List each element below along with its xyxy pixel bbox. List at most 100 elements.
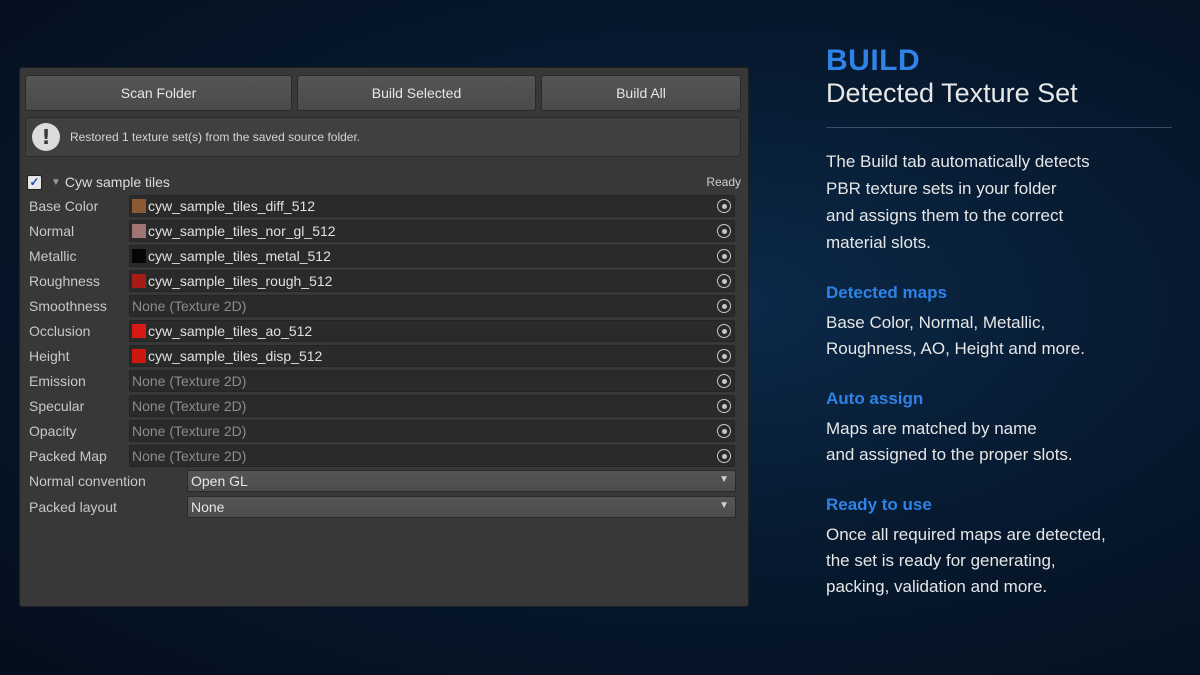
texture-name: None (Texture 2D) <box>132 398 247 414</box>
texture-set-header: ✓ ▼ Cyw sample tiles Ready <box>27 172 745 192</box>
slot-label: Occlusion <box>29 323 91 339</box>
object-picker-icon[interactable] <box>717 274 731 288</box>
texture-object-field[interactable]: cyw_sample_tiles_diff_512 <box>129 195 735 217</box>
dropdown-arrow-icon: ▼ <box>719 474 729 485</box>
section-body-ready-to-use: Once all required maps are detected, the… <box>826 525 1106 596</box>
texture-slot-row: Metallic cyw_sample_tiles_metal_512 <box>29 244 739 269</box>
texture-object-field[interactable]: cyw_sample_tiles_ao_512 <box>129 320 735 342</box>
object-picker-icon[interactable] <box>717 374 731 388</box>
texture-object-field[interactable]: None (Texture 2D) <box>129 420 735 442</box>
texture-name: cyw_sample_tiles_nor_gl_512 <box>148 223 336 239</box>
picker-dot <box>721 328 727 334</box>
normal-convention-row: Normal convention Open GL ▼ <box>29 469 739 495</box>
normal-convention-dropdown[interactable]: Open GL ▼ <box>187 470 736 492</box>
texture-set-checkbox[interactable]: ✓ <box>27 174 42 190</box>
picker-dot <box>721 353 727 359</box>
texture-name: None (Texture 2D) <box>132 298 247 314</box>
texture-name: cyw_sample_tiles_disp_512 <box>148 348 323 364</box>
picker-dot <box>721 428 727 434</box>
texture-slot-row: Base Color cyw_sample_tiles_diff_512 <box>29 194 739 219</box>
dropdown-arrow-icon: ▼ <box>719 500 729 511</box>
texture-object-field[interactable]: cyw_sample_tiles_nor_gl_512 <box>129 220 735 242</box>
texture-object-field[interactable]: None (Texture 2D) <box>129 295 735 317</box>
texture-thumbnail <box>132 249 146 263</box>
scan-folder-button[interactable]: Scan Folder <box>25 75 292 111</box>
texture-name: cyw_sample_tiles_diff_512 <box>148 198 316 214</box>
texture-set-name[interactable]: Cyw sample tiles <box>65 174 170 190</box>
toolbar: Scan Folder Build Selected Build All <box>25 75 741 111</box>
object-picker-icon[interactable] <box>717 349 731 363</box>
section-body-detected-maps: Base Color, Normal, Metallic, Roughness,… <box>826 313 1085 358</box>
texture-slot-row: Occlusion cyw_sample_tiles_ao_512 <box>29 319 739 344</box>
texture-name: cyw_sample_tiles_ao_512 <box>148 323 313 339</box>
divider <box>826 127 1172 128</box>
picker-dot <box>721 203 727 209</box>
help-box: ! Restored 1 texture set(s) from the sav… <box>25 117 741 157</box>
object-picker-icon[interactable] <box>717 324 731 338</box>
texture-thumbnail <box>132 324 146 338</box>
texture-thumbnail <box>132 224 146 238</box>
texture-object-field[interactable]: None (Texture 2D) <box>129 370 735 392</box>
section-title-detected-maps: Detected maps <box>826 283 947 302</box>
object-picker-icon[interactable] <box>717 424 731 438</box>
slot-label: Metallic <box>29 248 77 264</box>
page-title: Detected Texture Set <box>826 78 1078 108</box>
texture-slot-row: Smoothness None (Texture 2D) <box>29 294 739 319</box>
texture-slot-row: Height cyw_sample_tiles_disp_512 <box>29 344 739 369</box>
object-picker-icon[interactable] <box>717 399 731 413</box>
texture-name: None (Texture 2D) <box>132 448 247 464</box>
picker-dot <box>721 403 727 409</box>
texture-slot-row: Specular None (Texture 2D) <box>29 394 739 419</box>
picker-dot <box>721 453 727 459</box>
picker-dot <box>721 303 727 309</box>
texture-object-field[interactable]: None (Texture 2D) <box>129 395 735 417</box>
slot-label: Normal <box>29 223 75 239</box>
slot-label: Emission <box>29 373 86 389</box>
texture-object-field[interactable]: cyw_sample_tiles_rough_512 <box>129 270 735 292</box>
section-title-auto-assign: Auto assign <box>826 389 924 408</box>
texture-object-field[interactable]: None (Texture 2D) <box>129 445 735 467</box>
texture-slot-row: Normal cyw_sample_tiles_nor_gl_512 <box>29 219 739 244</box>
section-kicker: BUILD <box>826 44 921 77</box>
build-selected-button[interactable]: Build Selected <box>297 75 536 111</box>
normal-convention-label: Normal convention <box>29 473 146 489</box>
texture-name: cyw_sample_tiles_metal_512 <box>148 248 331 264</box>
slot-label: Base Color <box>29 198 99 214</box>
object-picker-icon[interactable] <box>717 224 731 238</box>
packed-layout-label: Packed layout <box>29 499 117 515</box>
build-all-button[interactable]: Build All <box>541 75 741 111</box>
foldout-triangle-icon[interactable]: ▼ <box>51 177 61 188</box>
texture-set-status: Ready <box>706 175 741 189</box>
texture-slot-row: Roughness cyw_sample_tiles_rough_512 <box>29 269 739 294</box>
texture-name: None (Texture 2D) <box>132 423 247 439</box>
picker-dot <box>721 378 727 384</box>
slot-label: Packed Map <box>29 448 107 464</box>
texture-object-field[interactable]: cyw_sample_tiles_disp_512 <box>129 345 735 367</box>
texture-thumbnail <box>132 349 146 363</box>
packed-layout-dropdown[interactable]: None ▼ <box>187 496 736 518</box>
slot-label: Roughness <box>29 273 100 289</box>
texture-slots: Base Color cyw_sample_tiles_diff_512 Norma… <box>29 194 739 521</box>
object-picker-icon[interactable] <box>717 299 731 313</box>
help-message: Restored 1 texture set(s) from the saved… <box>70 130 361 144</box>
normal-convention-value: Open GL <box>191 473 248 489</box>
slot-label: Height <box>29 348 70 364</box>
section-title-ready-to-use: Ready to use <box>826 495 932 514</box>
packed-layout-row: Packed layout None ▼ <box>29 495 739 521</box>
texture-thumbnail <box>132 274 146 288</box>
texture-builder-panel: Scan Folder Build Selected Build All ! R… <box>19 67 749 607</box>
slot-label: Smoothness <box>29 298 107 314</box>
object-picker-icon[interactable] <box>717 199 731 213</box>
texture-object-field[interactable]: cyw_sample_tiles_metal_512 <box>129 245 735 267</box>
picker-dot <box>721 278 727 284</box>
texture-thumbnail <box>132 199 146 213</box>
object-picker-icon[interactable] <box>717 249 731 263</box>
texture-slot-row: Emission None (Texture 2D) <box>29 369 739 394</box>
intro-text: The Build tab automatically detects PBR … <box>826 152 1090 252</box>
slot-label: Specular <box>29 398 85 414</box>
object-picker-icon[interactable] <box>717 449 731 463</box>
picker-dot <box>721 253 727 259</box>
picker-dot <box>721 228 727 234</box>
texture-name: None (Texture 2D) <box>132 373 247 389</box>
exclamation-icon: ! <box>32 123 60 151</box>
